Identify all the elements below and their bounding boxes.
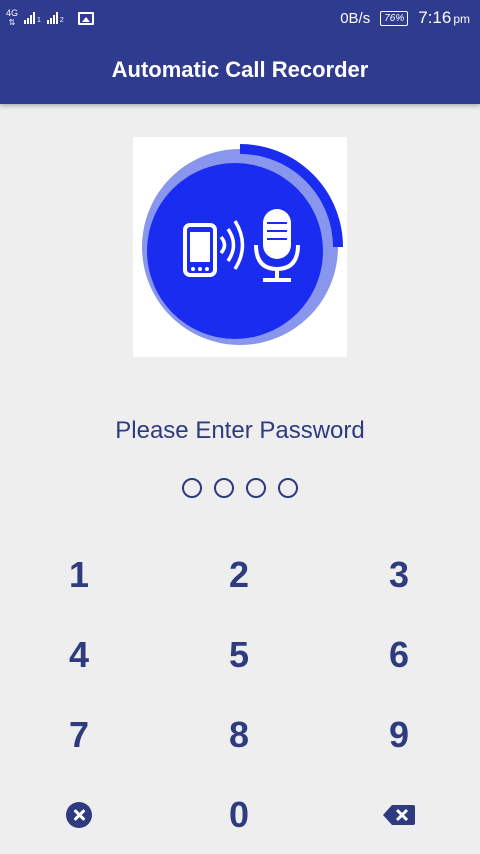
key-7[interactable]: 7 <box>39 705 119 765</box>
status-left: 4G ⇅ 1 2 <box>6 9 340 27</box>
clock-ampm: pm <box>453 12 470 26</box>
app-bar: Automatic Call Recorder <box>0 36 480 104</box>
pin-indicator <box>0 478 480 498</box>
sim-slot-2: 2 <box>59 17 64 24</box>
call-recorder-logo-icon <box>142 144 343 345</box>
password-prompt: Please Enter Password <box>115 417 365 444</box>
key-2[interactable]: 2 <box>199 545 279 605</box>
status-bar: 4G ⇅ 1 2 0B/s 76% 7:16 pm <box>0 0 480 36</box>
arrows-glyph: ⇅ <box>8 18 16 27</box>
key-5[interactable]: 5 <box>199 625 279 685</box>
signal-icon-sim1: 1 <box>24 12 41 24</box>
key-9[interactable]: 9 <box>359 705 439 765</box>
backspace-button[interactable] <box>359 785 439 845</box>
battery-icon: 76% <box>380 10 409 26</box>
key-0[interactable]: 0 <box>199 785 279 845</box>
pin-dot <box>214 478 234 498</box>
key-1[interactable]: 1 <box>39 545 119 605</box>
signal-icon-sim2: 2 <box>46 12 64 24</box>
pin-dot <box>278 478 298 498</box>
data-speed: 0B/s <box>340 9 371 27</box>
key-4[interactable]: 4 <box>39 625 119 685</box>
pin-dot <box>182 478 202 498</box>
sim-slot-1: 1 <box>37 17 41 24</box>
key-8[interactable]: 8 <box>199 705 279 765</box>
network-type-icon: 4G ⇅ <box>6 8 19 28</box>
clear-circle-icon <box>66 802 92 828</box>
clock-time: 7:16 <box>418 8 452 27</box>
gallery-notification-icon <box>77 11 94 25</box>
clear-button[interactable] <box>39 785 119 845</box>
status-right: 0B/s 76% 7:16 pm <box>340 8 470 28</box>
key-3[interactable]: 3 <box>359 545 439 605</box>
clock: 7:16 pm <box>418 8 470 28</box>
pin-dot <box>246 478 266 498</box>
backspace-icon <box>383 805 415 825</box>
key-6[interactable]: 6 <box>359 625 439 685</box>
app-logo <box>133 137 347 357</box>
network-label: 4G <box>6 8 19 18</box>
app-title: Automatic Call Recorder <box>111 57 369 82</box>
